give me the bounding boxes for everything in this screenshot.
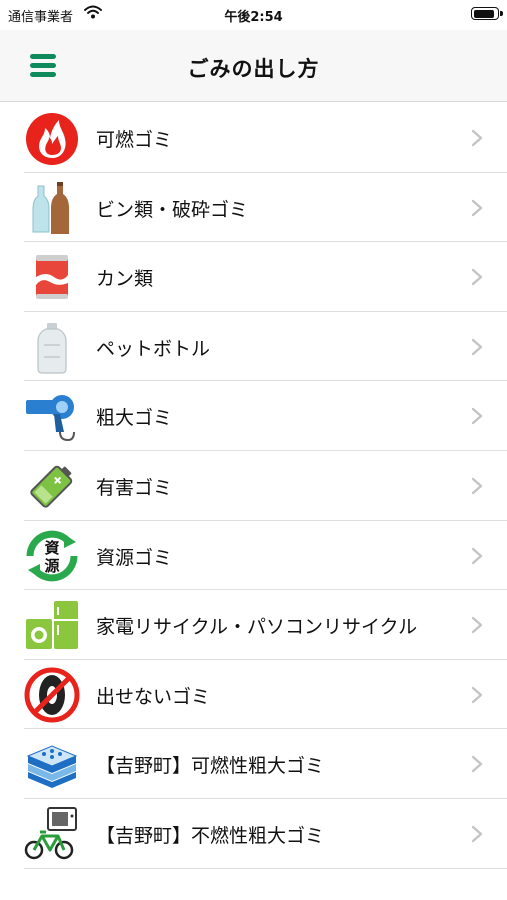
hair-dryer-icon	[24, 388, 80, 444]
page-title: ごみの出し方	[187, 57, 320, 81]
list-item-burnable[interactable]: 可燃ゴミ	[0, 103, 507, 173]
list-item-label: 【吉野町】不燃性粗大ゴミ	[96, 824, 325, 847]
bicycle-tv-icon	[24, 806, 80, 862]
list-item-oversized[interactable]: 粗大ゴミ	[0, 381, 507, 451]
appliances-icon	[24, 597, 80, 653]
list-item-not-collectable[interactable]: 出せないゴミ	[0, 660, 507, 730]
chevron-right-icon	[471, 686, 483, 703]
navigation-bar: ごみの出し方	[0, 30, 507, 102]
chevron-right-icon	[471, 825, 483, 843]
list-item-bottles[interactable]: ビン類・破砕ゴミ	[0, 173, 507, 243]
chevron-right-icon	[471, 408, 483, 425]
svg-text:資: 資	[44, 539, 59, 557]
status-bar: 通信事業者 午後2:54	[0, 0, 507, 30]
list-item-appliance-recycling[interactable]: 家電リサイクル・パソコンリサイクル	[0, 590, 507, 660]
status-time: 午後2:54	[224, 10, 283, 25]
list-item-label: 出せないゴミ	[96, 685, 211, 708]
fire-icon	[24, 110, 80, 166]
list-item-pet-bottles[interactable]: ペットボトル	[0, 312, 507, 382]
chevron-right-icon	[471, 547, 483, 564]
chevron-right-icon	[471, 129, 483, 147]
list-item-cans[interactable]: カン類	[0, 242, 507, 312]
list-item-label: 【吉野町】可燃性粗大ゴミ	[96, 755, 325, 778]
chevron-right-icon	[471, 338, 483, 355]
no-tire-icon	[24, 667, 80, 723]
list-item-yoshino-nonburnable-oversized[interactable]: 【吉野町】不燃性粗大ゴミ	[0, 799, 507, 869]
pet-bottle-icon	[24, 319, 80, 375]
futon-icon	[24, 736, 80, 792]
battery-indicator-icon	[471, 7, 503, 20]
can-icon	[24, 249, 80, 305]
list-item-label: 有害ゴミ	[96, 476, 173, 499]
list-item-label: 家電リサイクル・パソコンリサイクル	[96, 616, 418, 639]
list-item-label: 可燃ゴミ	[96, 129, 173, 151]
list-item-label: カン類	[96, 268, 154, 291]
svg-text:源: 源	[44, 557, 59, 575]
category-list: 可燃ゴミ ビン類・破砕ゴミ カン類 ペットボトル 粗大ゴミ 有害ゴミ 資 源 資…	[0, 103, 507, 869]
chevron-right-icon	[471, 268, 483, 286]
battery-fill	[473, 9, 495, 18]
battery-icon	[24, 458, 80, 514]
list-item-resources[interactable]: 資 源 資源ゴミ	[0, 521, 507, 591]
chevron-right-icon	[471, 756, 483, 773]
bottles-icon	[24, 180, 80, 236]
chevron-right-icon	[471, 199, 483, 216]
list-item-yoshino-burnable-oversized[interactable]: 【吉野町】可燃性粗大ゴミ	[0, 729, 507, 799]
list-item-label: 資源ゴミ	[96, 546, 173, 569]
chevron-right-icon	[471, 616, 483, 634]
list-item-label: 粗大ゴミ	[96, 407, 173, 430]
recycle-icon: 資 源	[24, 528, 80, 584]
list-item-label: ビン類・破砕ゴミ	[96, 198, 249, 221]
list-item-hazardous[interactable]: 有害ゴミ	[0, 451, 507, 521]
chevron-right-icon	[471, 477, 483, 495]
list-item-label: ペットボトル	[96, 337, 211, 360]
